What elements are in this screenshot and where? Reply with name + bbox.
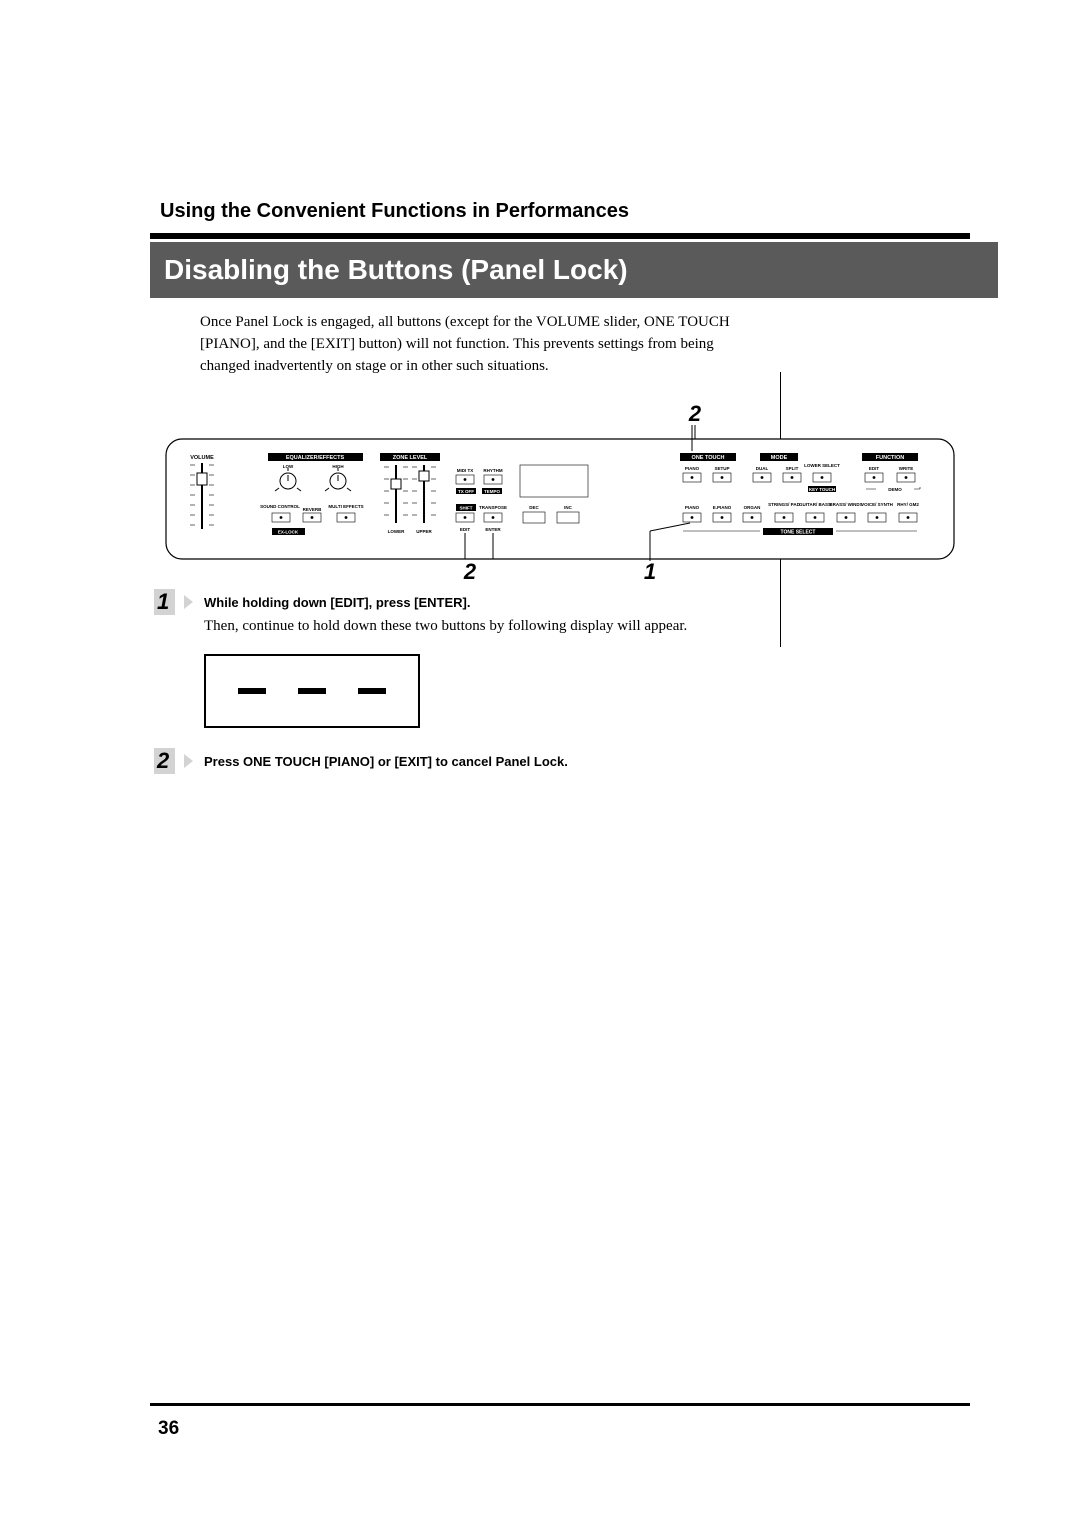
svg-text:EDIT: EDIT (869, 466, 880, 471)
page-number: 36 (158, 1418, 179, 1440)
svg-text:TX OFF: TX OFF (458, 489, 474, 494)
svg-text:PIANO: PIANO (685, 505, 700, 510)
svg-text:EX-LOCK: EX-LOCK (278, 530, 299, 535)
svg-text:MULTI EFFECTS: MULTI EFFECTS (328, 504, 363, 509)
svg-text:PIANO: PIANO (685, 466, 700, 471)
svg-text:SOUND CONTROL: SOUND CONTROL (260, 504, 300, 509)
callout-top: 2 (688, 401, 702, 426)
svg-text:UPPER: UPPER (416, 529, 432, 534)
svg-text:SPLIT: SPLIT (786, 466, 799, 471)
svg-text:DUAL: DUAL (756, 466, 769, 471)
chapter-heading: Using the Convenient Functions in Perfor… (160, 200, 960, 223)
svg-text:MODE: MODE (771, 455, 788, 461)
svg-text:GUITAR/ BASS: GUITAR/ BASS (799, 502, 831, 507)
step-number-badge: 2 (154, 748, 186, 774)
top-rule (150, 233, 970, 239)
svg-text:SETUP: SETUP (714, 466, 729, 471)
svg-text:ORGAN: ORGAN (744, 505, 761, 510)
svg-text:EDIT: EDIT (460, 527, 471, 532)
svg-text:ENTER: ENTER (485, 527, 501, 532)
svg-text:LOWER SELECT: LOWER SELECT (804, 463, 840, 468)
svg-text:WRITE: WRITE (899, 466, 914, 471)
step-1-title: While holding down [EDIT], press [ENTER]… (204, 595, 844, 610)
svg-text:DEC: DEC (529, 505, 539, 510)
label-volume: VOLUME (190, 455, 214, 461)
svg-text:VOICE/ SYNTH: VOICE/ SYNTH (861, 502, 893, 507)
svg-text:KEY TOUCH: KEY TOUCH (809, 487, 835, 492)
svg-text:SHIFT: SHIFT (460, 506, 473, 511)
svg-text:ZONE LEVEL: ZONE LEVEL (393, 455, 428, 461)
intro-paragraph: Once Panel Lock is engaged, all buttons … (200, 312, 740, 377)
svg-text:E.PIANO: E.PIANO (713, 505, 732, 510)
svg-text:TONE SELECT: TONE SELECT (781, 530, 816, 536)
svg-text:RHY/ GM2: RHY/ GM2 (897, 502, 919, 507)
page-body: Using the Convenient Functions in Perfor… (160, 200, 960, 795)
step-1-text: Then, continue to hold down these two bu… (204, 616, 844, 638)
callout-bottom-left: 2 (463, 559, 477, 581)
panel-diagram: 2 VOLUME (160, 401, 960, 581)
svg-text:BRASS/ WINDS: BRASS/ WINDS (829, 502, 862, 507)
svg-text:ONE TOUCH: ONE TOUCH (692, 455, 725, 461)
svg-text:DEMO: DEMO (888, 487, 902, 492)
svg-text:LOWER: LOWER (388, 529, 405, 534)
bottom-rule (150, 1403, 970, 1406)
label-eq-header: EQUALIZER/EFFECTS (286, 455, 345, 461)
svg-text:RHYTHM: RHYTHM (483, 468, 502, 473)
svg-text:TRANSPOSE: TRANSPOSE (479, 505, 507, 510)
section-title: Disabling the Buttons (Panel Lock) (150, 242, 998, 298)
step-1: 1 While holding down [EDIT], press [ENTE… (160, 595, 960, 728)
step-2-title: Press ONE TOUCH [PIANO] or [EXIT] to can… (204, 754, 844, 769)
lcd-display-icon (204, 654, 420, 728)
svg-text:REVERB: REVERB (303, 507, 323, 512)
svg-text:STRINGS/ PAD: STRINGS/ PAD (768, 502, 800, 507)
svg-text:MIDI TX: MIDI TX (457, 468, 474, 473)
svg-text:INC: INC (564, 505, 573, 510)
svg-text:FUNCTION: FUNCTION (876, 455, 904, 461)
callout-bottom-center: 1 (644, 559, 656, 581)
step-2: 2 Press ONE TOUCH [PIANO] or [EXIT] to c… (160, 754, 960, 769)
steps: 1 While holding down [EDIT], press [ENTE… (160, 595, 960, 769)
svg-text:TEMPO: TEMPO (484, 489, 501, 494)
step-number-badge: 1 (154, 589, 186, 615)
